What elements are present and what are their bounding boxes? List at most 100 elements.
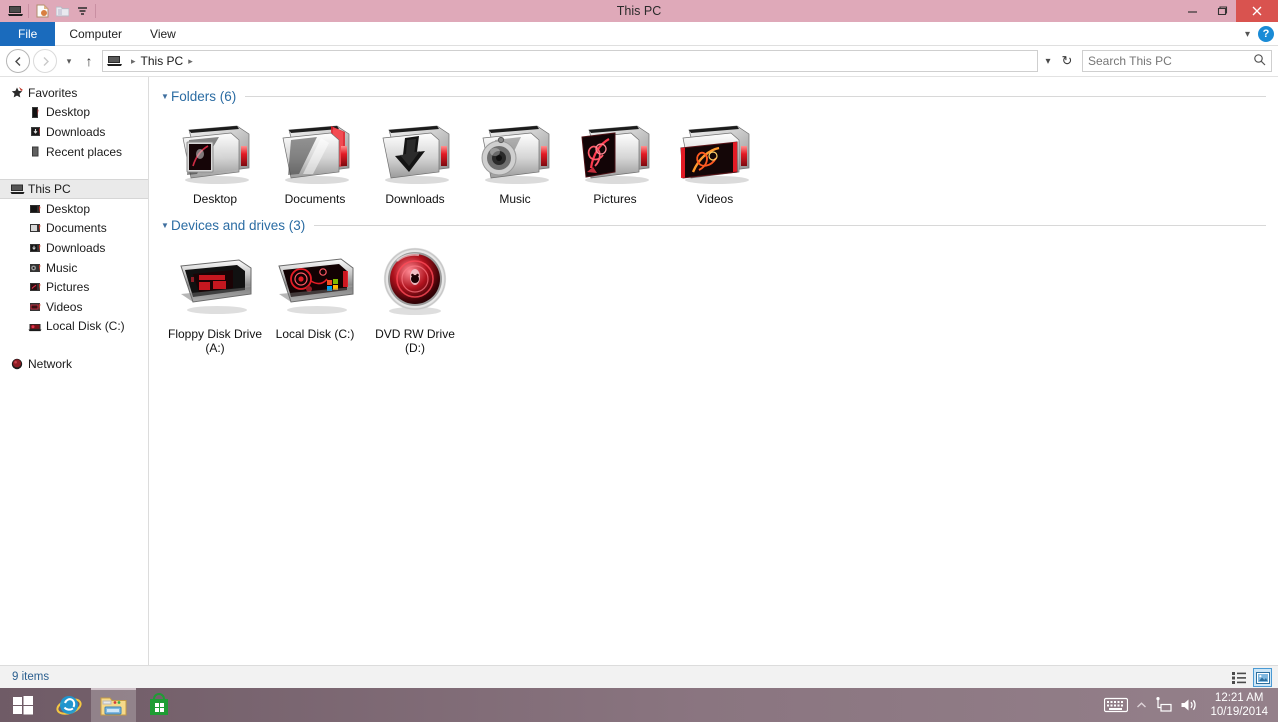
- content-pane[interactable]: ▼ Folders (6): [149, 77, 1278, 665]
- group-header-folders[interactable]: ▼ Folders (6): [149, 77, 1278, 104]
- breadcrumb[interactable]: ▸ This PC ▸: [102, 50, 1038, 72]
- tile-label: Music: [499, 192, 530, 206]
- desktop-folder-icon: [26, 104, 44, 120]
- search-box[interactable]: [1082, 50, 1272, 72]
- desktop-folder-icon: [26, 201, 44, 217]
- up-button[interactable]: ↑: [78, 53, 100, 69]
- address-history-dropdown-icon[interactable]: ▾: [1040, 56, 1056, 67]
- collapse-triangle-icon[interactable]: ▼: [159, 92, 171, 101]
- sidebar-item-favorites[interactable]: Favorites: [0, 83, 148, 103]
- tile-music[interactable]: Music: [465, 108, 565, 206]
- clock-time: 12:21 AM: [1210, 691, 1268, 705]
- tile-documents[interactable]: Documents: [265, 108, 365, 206]
- sidebar-item-desktop[interactable]: Desktop: [0, 199, 148, 219]
- maximize-button[interactable]: [1207, 0, 1236, 22]
- tile-downloads[interactable]: Downloads: [365, 108, 465, 206]
- breadcrumb-item-this-pc[interactable]: This PC: [141, 54, 184, 68]
- customize-dropdown-icon[interactable]: [72, 1, 92, 21]
- tile-dvd-rw-drive-d[interactable]: DVD RW Drive (D:): [365, 237, 465, 355]
- sidebar-item-music[interactable]: Music: [0, 258, 148, 278]
- sidebar-item-label: Downloads: [46, 241, 105, 255]
- tile-videos[interactable]: Videos: [665, 108, 765, 206]
- group-header-devices-and-drives[interactable]: ▼ Devices and drives (3): [149, 206, 1278, 233]
- volume-icon[interactable]: [1180, 697, 1198, 713]
- sidebar-item-label: Favorites: [28, 86, 77, 100]
- local-disk-icon: [26, 318, 44, 334]
- minimize-button[interactable]: [1178, 0, 1207, 22]
- internet-explorer-taskbar-button[interactable]: [46, 688, 91, 722]
- new-folder-icon[interactable]: [52, 1, 72, 21]
- breadcrumb-separator-1[interactable]: ▸: [183, 56, 198, 67]
- documents-folder-icon: [270, 112, 360, 186]
- title-bar[interactable]: This PC: [0, 0, 1278, 22]
- network-tray-icon[interactable]: [1155, 697, 1172, 713]
- tab-view[interactable]: View: [136, 22, 190, 46]
- clock-date: 10/19/2014: [1210, 705, 1268, 719]
- this-pc-icon: [107, 55, 122, 68]
- sidebar-item-this-pc[interactable]: This PC: [0, 179, 148, 199]
- sidebar-item-favorites-downloads[interactable]: Downloads: [0, 122, 148, 142]
- sidebar-item-local-disk-c[interactable]: Local Disk (C:): [0, 317, 148, 337]
- videos-folder-icon: [26, 299, 44, 315]
- show-hidden-icons-arrow[interactable]: [1136, 701, 1147, 710]
- sidebar-item-network[interactable]: Network: [0, 354, 148, 374]
- sidebar-item-videos[interactable]: Videos: [0, 297, 148, 317]
- sidebar-item-recent-places[interactable]: Recent places: [0, 142, 148, 162]
- back-button[interactable]: [6, 49, 30, 73]
- tile-label: DVD RW Drive (D:): [367, 327, 463, 355]
- tile-label: Documents: [285, 192, 346, 206]
- navigation-pane[interactable]: Favorites Desktop Downloads Recent place…: [0, 77, 149, 665]
- tile-pictures[interactable]: Pictures: [565, 108, 665, 206]
- recent-places-icon: [26, 144, 44, 160]
- this-pc-icon[interactable]: [5, 1, 25, 21]
- start-button[interactable]: [0, 688, 46, 722]
- file-explorer-taskbar-button[interactable]: [91, 688, 136, 722]
- this-pc-icon: [8, 181, 26, 197]
- videos-folder-icon: [670, 112, 760, 186]
- close-button[interactable]: [1236, 0, 1278, 22]
- search-icon[interactable]: [1253, 53, 1266, 69]
- network-icon: [8, 356, 26, 372]
- tile-floppy-disk-drive-a[interactable]: Floppy Disk Drive (A:): [165, 237, 265, 355]
- downloads-folder-icon: [370, 112, 460, 186]
- address-bar: ▾ ↑ ▸ This PC ▸ ▾ ↻: [0, 46, 1278, 76]
- help-icon[interactable]: ?: [1258, 26, 1274, 42]
- collapse-triangle-icon[interactable]: ▼: [159, 221, 171, 230]
- properties-icon[interactable]: [32, 1, 52, 21]
- sidebar-item-label: Network: [28, 357, 72, 371]
- refresh-icon[interactable]: ↻: [1056, 53, 1078, 69]
- item-count-label: 9 items: [0, 671, 49, 683]
- tile-label: Downloads: [385, 192, 444, 206]
- tile-label: Local Disk (C:): [276, 327, 355, 341]
- tile-local-disk-c[interactable]: Local Disk (C:): [265, 237, 365, 355]
- quick-access-toolbar: [0, 0, 99, 22]
- clock[interactable]: 12:21 AM 10/19/2014: [1206, 691, 1274, 719]
- tile-label: Pictures: [593, 192, 636, 206]
- window-body: Favorites Desktop Downloads Recent place…: [0, 76, 1278, 665]
- tab-computer[interactable]: Computer: [55, 22, 136, 46]
- sidebar-item-pictures[interactable]: Pictures: [0, 277, 148, 297]
- windows-store-taskbar-button[interactable]: [136, 688, 181, 722]
- tile-label: Desktop: [193, 192, 237, 206]
- local-disk-icon: [270, 241, 360, 321]
- forward-button[interactable]: [33, 49, 57, 73]
- sidebar-item-label: Documents: [46, 221, 107, 235]
- chevron-down-icon[interactable]: ▾: [1245, 29, 1250, 40]
- breadcrumb-separator-0[interactable]: ▸: [126, 56, 141, 67]
- ribbon-tab-bar: File Computer View ▾ ?: [0, 22, 1278, 46]
- recent-locations-dropdown[interactable]: ▾: [60, 56, 78, 67]
- sidebar-group-gap-2: [0, 336, 148, 354]
- search-input[interactable]: [1088, 54, 1253, 68]
- tab-file[interactable]: File: [0, 22, 55, 46]
- sidebar-item-downloads[interactable]: Downloads: [0, 238, 148, 258]
- tile-desktop[interactable]: Desktop: [165, 108, 265, 206]
- large-icons-view-button[interactable]: [1253, 668, 1272, 687]
- sidebar-item-documents[interactable]: Documents: [0, 219, 148, 239]
- keyboard-icon[interactable]: [1104, 697, 1128, 713]
- ribbon-right-controls: ▾ ?: [1245, 22, 1274, 46]
- file-explorer-window: This PC File Computer View ▾ ?: [0, 0, 1278, 688]
- sidebar-item-label: Desktop: [46, 202, 90, 216]
- details-view-button[interactable]: [1230, 668, 1249, 687]
- floppy-drive-icon: [170, 241, 260, 321]
- sidebar-item-favorites-desktop[interactable]: Desktop: [0, 103, 148, 123]
